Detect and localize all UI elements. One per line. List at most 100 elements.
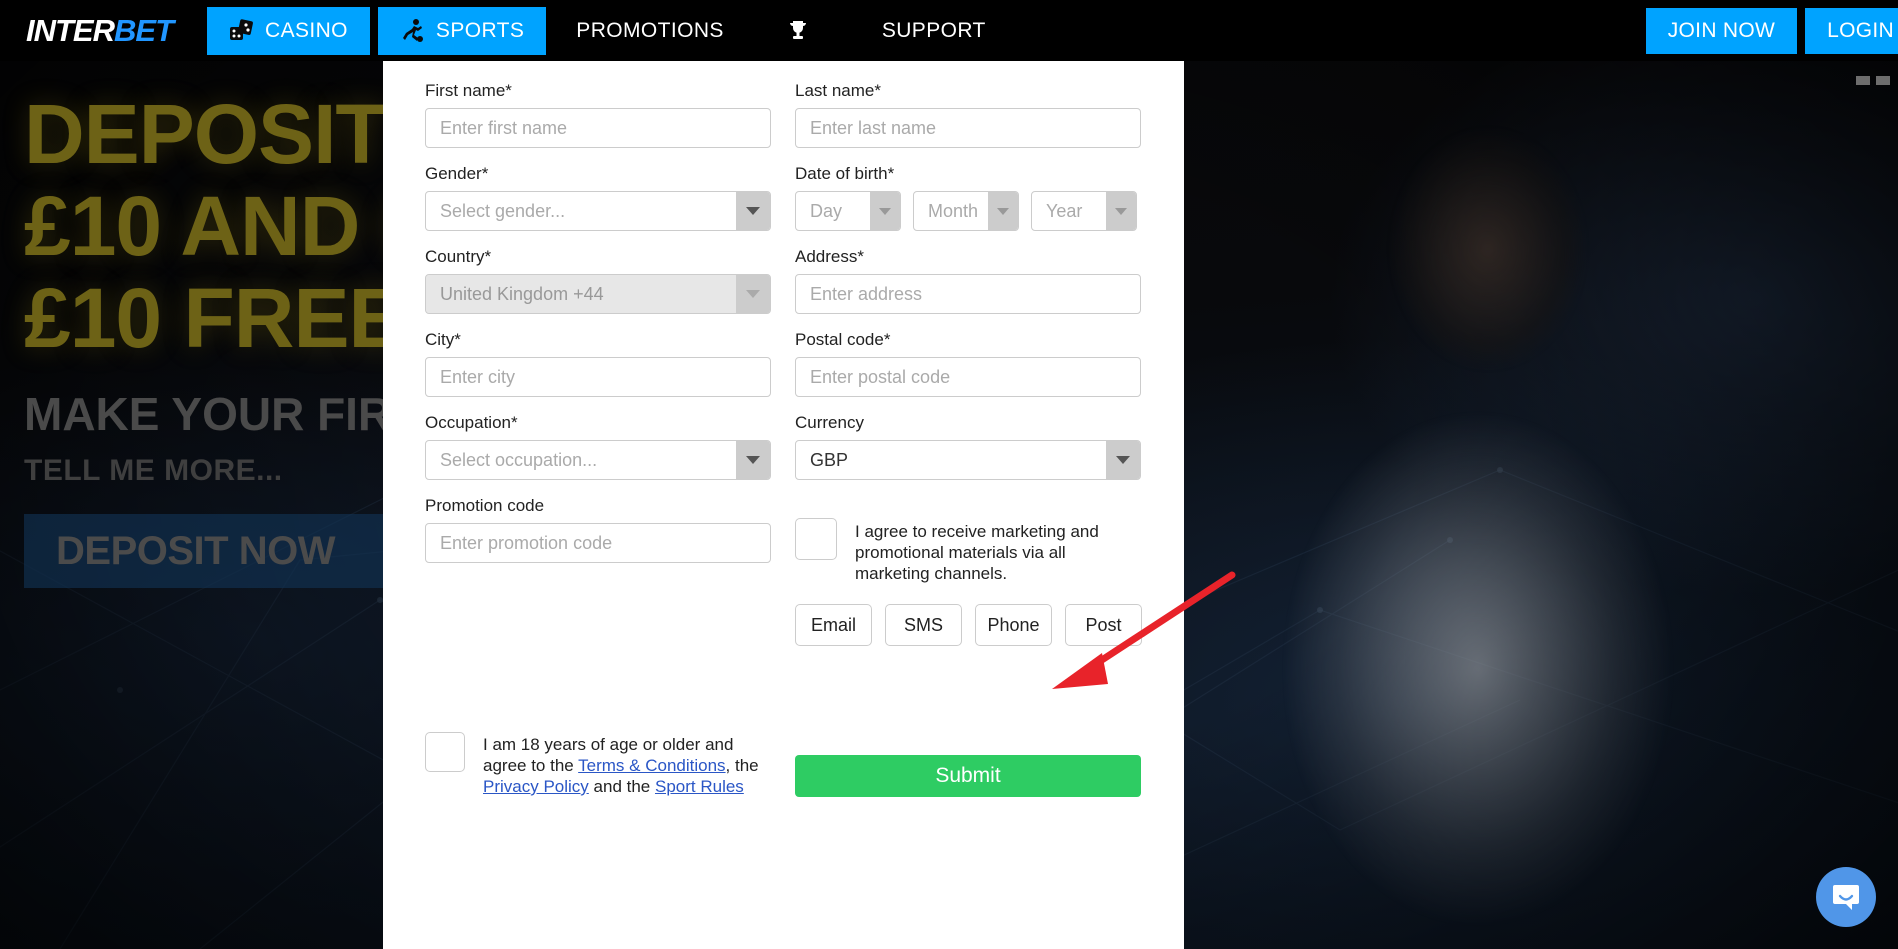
channel-button-sms[interactable]: SMS (885, 604, 962, 646)
nav-label-promotions: PROMOTIONS (576, 18, 724, 42)
dob-month-arrow[interactable] (988, 192, 1018, 230)
terms-agreement-group: I am 18 years of age or older and agree … (425, 672, 771, 797)
form-row-names: First name* Last name* (425, 81, 1142, 164)
terms-agreement-checkbox[interactable] (425, 732, 465, 772)
label-date-of-birth: Date of birth* (795, 164, 895, 183)
nav-item-support[interactable]: SUPPORT (852, 7, 1016, 55)
chevron-down-icon (746, 207, 760, 215)
chevron-down-icon (746, 456, 760, 464)
page-root: DEPOSIT £10 AND GET £10 FREE MAKE YOUR F… (0, 0, 1898, 949)
currency-select[interactable]: GBP (795, 440, 1141, 480)
form-col-right: Last name* (795, 81, 1141, 164)
nav-item-casino[interactable]: CASINO (207, 6, 370, 55)
dob-day-arrow[interactable] (870, 192, 900, 230)
label-address: Address* (795, 247, 864, 266)
field-postal-code: Postal code* (795, 330, 1141, 397)
field-first-name: First name* (425, 81, 771, 148)
address-input[interactable] (795, 274, 1141, 314)
field-last-name: Last name* (795, 81, 1141, 148)
label-first-name: First name* (425, 81, 512, 100)
marketing-channel-buttons: Email SMS Phone Post (795, 604, 1142, 646)
channel-button-phone[interactable]: Phone (975, 604, 1052, 646)
form-footer: I am 18 years of age or older and agree … (425, 672, 1142, 797)
dob-year-value: Year (1046, 200, 1083, 221)
promotion-code-input[interactable] (425, 523, 771, 563)
field-address: Address* (795, 247, 1141, 314)
form-col-postal: Postal code* (795, 330, 1141, 413)
field-date-of-birth: Date of birth* Day Month Year (795, 164, 1141, 231)
carousel-indicators[interactable] (1856, 76, 1890, 85)
trophy-icon (784, 17, 812, 45)
carousel-dot-2[interactable] (1876, 76, 1890, 85)
chevron-down-icon (879, 207, 891, 215)
dob-day-select[interactable]: Day (795, 191, 901, 231)
form-row-country-address: Country* United Kingdom +44 Address* (425, 247, 1142, 330)
dob-month-select[interactable]: Month (913, 191, 1019, 231)
join-now-button[interactable]: JOIN NOW (1645, 7, 1798, 54)
label-currency: Currency (795, 413, 864, 432)
submit-button[interactable]: Submit (795, 755, 1141, 797)
nav-label-sports: SPORTS (435, 18, 525, 42)
nav-item-promotions[interactable]: PROMOTIONS (546, 7, 754, 55)
occupation-select-arrow[interactable] (736, 441, 770, 479)
dob-year-arrow[interactable] (1106, 192, 1136, 230)
form-col-occupation: Occupation* Select occupation... (425, 413, 771, 496)
first-name-input[interactable] (425, 108, 771, 148)
channel-button-email[interactable]: Email (795, 604, 872, 646)
registration-form-panel: First name* Last name* Gender* Select ge… (383, 57, 1184, 949)
last-name-input[interactable] (795, 108, 1141, 148)
channel-button-post[interactable]: Post (1065, 604, 1142, 646)
label-city: City* (425, 330, 461, 349)
form-col-marketing: I agree to receive marketing and promoti… (795, 496, 1142, 646)
form-col-country: Country* United Kingdom +44 (425, 247, 771, 330)
field-currency: Currency GBP (795, 413, 1141, 480)
site-logo[interactable]: INTER BET (0, 0, 201, 61)
form-row-city-postal: City* Postal code* (425, 330, 1142, 413)
occupation-select[interactable]: Select occupation... (425, 440, 771, 480)
terms-mid2: and the (588, 777, 655, 796)
form-row-gender-dob: Gender* Select gender... Date of birth* … (425, 164, 1142, 247)
currency-select-arrow[interactable] (1106, 441, 1140, 479)
form-col-left: First name* (425, 81, 771, 164)
postal-code-input[interactable] (795, 357, 1141, 397)
marketing-consent-group: I agree to receive marketing and promoti… (795, 518, 1141, 584)
country-select: United Kingdom +44 (425, 274, 771, 314)
field-country: Country* United Kingdom +44 (425, 247, 771, 314)
label-country: Country* (425, 247, 492, 266)
login-button[interactable]: LOGIN (1805, 7, 1898, 54)
submit-container: Submit (795, 672, 1141, 797)
privacy-policy-link[interactable]: Privacy Policy (483, 777, 589, 796)
dob-year-select[interactable]: Year (1031, 191, 1137, 231)
form-col-city: City* (425, 330, 771, 413)
occupation-select-value: Select occupation... (440, 449, 598, 470)
marketing-consent-checkbox[interactable] (795, 518, 837, 560)
gender-select-arrow[interactable] (736, 192, 770, 230)
country-select-value: United Kingdom +44 (426, 275, 736, 313)
currency-select-value: GBP (810, 449, 849, 470)
sport-rules-link[interactable]: Sport Rules (655, 777, 744, 796)
runner-icon (400, 18, 426, 44)
nav-item-tournaments[interactable] (754, 7, 852, 55)
field-city: City* (425, 330, 771, 397)
city-input[interactable] (425, 357, 771, 397)
label-promotion-code: Promotion code (425, 496, 545, 515)
carousel-dot-1[interactable] (1856, 76, 1870, 85)
nav-item-sports[interactable]: SPORTS (377, 6, 547, 55)
field-gender: Gender* Select gender... (425, 164, 771, 231)
chat-widget-button[interactable] (1816, 867, 1876, 927)
form-row-promo-marketing: Promotion code I agree to receive market… (425, 496, 1142, 646)
marketing-consent-text: I agree to receive marketing and promoti… (855, 522, 1099, 583)
gender-select[interactable]: Select gender... (425, 191, 771, 231)
dob-month-value: Month (928, 200, 979, 221)
form-col-address: Address* (795, 247, 1141, 330)
field-occupation: Occupation* Select occupation... (425, 413, 771, 480)
field-promotion-code: Promotion code (425, 496, 771, 563)
terms-mid1: , the (725, 756, 759, 775)
terms-and-conditions-link[interactable]: Terms & Conditions (578, 756, 725, 775)
chevron-down-icon (1115, 207, 1127, 215)
form-row-occupation-currency: Occupation* Select occupation... Currenc… (425, 413, 1142, 496)
label-occupation: Occupation* (425, 413, 518, 432)
chevron-down-icon (997, 207, 1009, 215)
gender-select-value: Select gender... (440, 200, 566, 221)
